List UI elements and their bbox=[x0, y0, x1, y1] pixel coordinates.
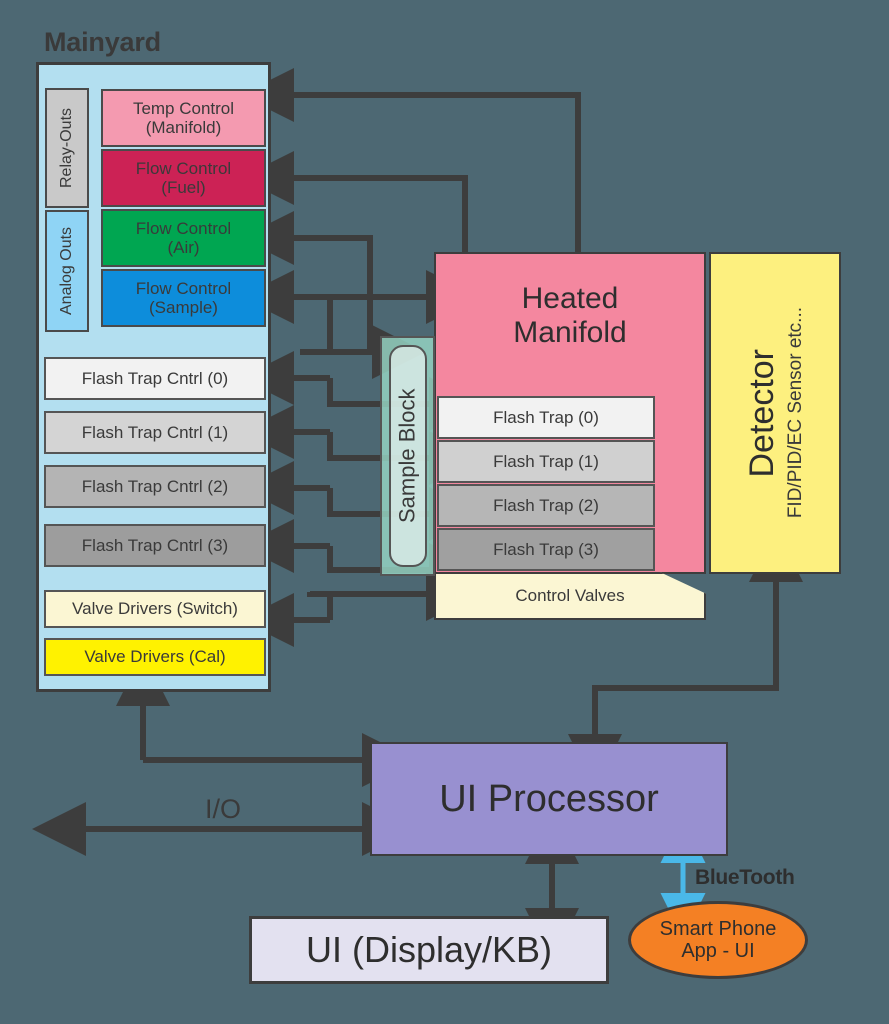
block-flash-trap-cntrl-2[interactable]: Flash Trap Cntrl (2) bbox=[44, 465, 266, 508]
block-flash-trap-3[interactable]: Flash Trap (3) bbox=[437, 528, 655, 571]
arrow-manifold-to-flow-fuel bbox=[240, 151, 468, 252]
smart-phone-line1: Smart Phone bbox=[659, 917, 777, 940]
block-flash-trap-cntrl-1[interactable]: Flash Trap Cntrl (1) bbox=[44, 411, 266, 454]
flow-sample-line2: (Sample) bbox=[149, 298, 218, 317]
sidebar-item-analog-outs[interactable]: Analog Outs bbox=[45, 210, 89, 332]
block-flow-control-air[interactable]: Flow Control (Air) bbox=[101, 209, 266, 267]
relay-outs-label: Relay-Outs bbox=[58, 107, 76, 189]
temp-control-line1: Temp Control bbox=[132, 98, 235, 118]
block-flow-control-sample[interactable]: Flow Control (Sample) bbox=[101, 269, 266, 327]
flow-fuel-line2: (Fuel) bbox=[161, 178, 206, 197]
block-flash-trap-cntrl-0[interactable]: Flash Trap Cntrl (0) bbox=[44, 357, 266, 400]
block-flash-trap-1[interactable]: Flash Trap (1) bbox=[437, 440, 655, 483]
block-valve-drivers-cal[interactable]: Valve Drivers (Cal) bbox=[44, 638, 266, 676]
block-ui-processor[interactable]: UI Processor bbox=[370, 742, 728, 856]
arrow-to-flow-air bbox=[240, 211, 373, 352]
block-detector[interactable]: FID/PID/EC Sensor etc... Detector bbox=[709, 252, 841, 574]
arrow-manifold-to-temp-control bbox=[240, 68, 581, 252]
block-smart-phone-app[interactable]: Smart Phone App - UI bbox=[628, 901, 808, 979]
analog-outs-label: Analog Outs bbox=[58, 226, 76, 316]
flow-sample-line1: Flow Control bbox=[135, 278, 232, 298]
heated-manifold-line1: Heated bbox=[521, 282, 619, 315]
block-control-valves[interactable]: Control Valves bbox=[434, 572, 706, 620]
diagram-canvas: Mainyard Relay-Outs Analog Outs Temp Con… bbox=[0, 0, 889, 1024]
detector-title: Detector bbox=[743, 348, 782, 478]
io-label: I/O bbox=[205, 794, 242, 824]
page-title: Mainyard bbox=[44, 27, 161, 57]
detector-subtitle: FID/PID/EC Sensor etc... bbox=[785, 307, 807, 519]
arrow-valve-drivers-to-control-valves bbox=[307, 567, 480, 621]
sidebar-item-relay-outs[interactable]: Relay-Outs bbox=[45, 88, 89, 208]
bluetooth-label: BlueTooth bbox=[695, 866, 795, 889]
block-flow-control-fuel[interactable]: Flow Control (Fuel) bbox=[101, 149, 266, 207]
flow-fuel-line1: Flow Control bbox=[135, 158, 232, 178]
heated-manifold-line2: Manifold bbox=[513, 315, 627, 349]
block-flash-trap-2[interactable]: Flash Trap (2) bbox=[437, 484, 655, 527]
block-ui-display-kb[interactable]: UI (Display/KB) bbox=[249, 916, 609, 984]
flow-air-line1: Flow Control bbox=[135, 218, 232, 238]
block-flash-trap-cntrl-3[interactable]: Flash Trap Cntrl (3) bbox=[44, 524, 266, 567]
block-valve-drivers-switch[interactable]: Valve Drivers (Switch) bbox=[44, 590, 266, 628]
sample-block-label: Sample Block bbox=[389, 345, 427, 567]
flow-air-line2: (Air) bbox=[167, 238, 200, 257]
temp-control-line2: (Manifold) bbox=[145, 118, 222, 137]
block-temp-control-manifold[interactable]: Temp Control (Manifold) bbox=[101, 89, 266, 147]
block-flash-trap-0[interactable]: Flash Trap (0) bbox=[437, 396, 655, 439]
smart-phone-line2: App - UI bbox=[681, 940, 755, 962]
